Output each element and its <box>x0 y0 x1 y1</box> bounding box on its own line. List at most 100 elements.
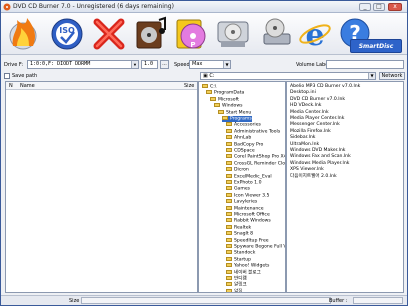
tree-node[interactable]: Maintenance <box>226 205 264 212</box>
speed-select[interactable]: Max ▼ <box>189 60 231 69</box>
file-item[interactable]: HD VDeck.lnk <box>290 103 321 109</box>
tree-node[interactable]: Startup <box>226 256 251 263</box>
internet-explorer-icon: e <box>299 18 331 52</box>
drive-select[interactable]: 1:0:0,F: DIODT DDRMM ▼ <box>27 60 139 69</box>
window-title: DVD CD Burner 7.0 - Unregistered (6 days… <box>13 3 174 10</box>
volume-label-input[interactable] <box>326 60 404 69</box>
tree-node[interactable]: Start Menu <box>218 109 251 116</box>
tree-node[interactable]: AhnLab <box>226 135 251 141</box>
tree-node-label: Dicron <box>234 167 249 173</box>
file-item[interactable]: 다음이지트웰어 2.0.lnk <box>290 174 337 180</box>
tree-node[interactable]: BadCopy Pro <box>226 141 263 148</box>
tree-node[interactable]: 알링크 <box>226 282 247 288</box>
file-item[interactable]: XPS Viewer.lnk <box>290 167 324 173</box>
folder-icon <box>226 288 232 292</box>
tree-node[interactable]: Microsoft <box>210 96 239 103</box>
save-path-checkbox[interactable] <box>4 73 10 79</box>
file-item[interactable]: Messenger Center.lnk <box>290 122 340 128</box>
tree-drive-select[interactable]: ▣ C: ▼ <box>200 72 376 80</box>
file-item-label: Sidebar.lnk <box>290 135 316 141</box>
column-n[interactable]: N <box>9 82 13 90</box>
column-name[interactable]: Name <box>20 82 35 90</box>
tree-node[interactable]: Dicron <box>226 167 249 173</box>
title-bar[interactable]: DVD CD Burner 7.0 - Unregistered (6 days… <box>1 1 407 13</box>
tree-node[interactable]: ProgramData <box>206 90 244 96</box>
folder-icon <box>226 237 232 242</box>
app-icon <box>3 3 11 11</box>
minimize-button[interactable]: _ <box>359 3 371 11</box>
tree-node[interactable]: Accessories <box>226 122 261 128</box>
burn-button[interactable] <box>5 16 41 52</box>
copy-button[interactable] <box>215 16 251 52</box>
tree-node[interactable]: 반디캠 <box>226 276 247 282</box>
browse-button[interactable]: ... <box>160 60 169 69</box>
tree-node[interactable]: 알집 <box>226 288 243 293</box>
tree-node-label: Windows <box>222 103 243 109</box>
internet-button[interactable]: e <box>297 16 333 52</box>
erase-button[interactable] <box>91 16 127 52</box>
tree-node[interactable]: Standock <box>226 250 255 256</box>
tree-node[interactable]: Rabbit Windows <box>226 218 271 224</box>
file-item[interactable]: Desktop.ini <box>290 90 316 96</box>
tree-drive-value: ▣ C: <box>203 73 215 79</box>
tree-node-label: 알링크 <box>234 282 247 288</box>
tree-node[interactable]: Icon Viewer 3.5 <box>226 192 269 199</box>
tree-node-label: SnagIt 8 <box>234 231 254 237</box>
tree-node[interactable]: 네이버 블로그 <box>226 269 261 276</box>
tree-node[interactable]: SnagIt 8 <box>226 231 253 237</box>
speed-value-field[interactable]: 1.0 <box>141 60 158 69</box>
file-item[interactable]: UltraMon.lnk <box>290 142 319 148</box>
folder-icon <box>226 276 232 280</box>
iso-disc-icon: ISO <box>51 18 83 50</box>
maximize-button[interactable]: □ <box>373 3 385 11</box>
tree-node-label: Microsoft <box>218 97 239 103</box>
folder-tree[interactable]: C:\ ProgramData Microsoft Windows Start Menu… <box>198 81 286 293</box>
tree-node[interactable]: Microsoft Office <box>226 212 270 218</box>
folder-icon <box>206 90 212 95</box>
tree-node[interactable]: Windows <box>214 103 243 109</box>
music-button[interactable] <box>133 16 169 52</box>
iso-button[interactable]: ISO <box>49 16 85 52</box>
tree-node[interactable]: Yahoo! Widgets <box>226 263 269 269</box>
tree-node[interactable]: Programs <box>222 116 252 122</box>
tree-node[interactable]: Administrative Tools <box>226 128 280 135</box>
file-item[interactable]: Sidebar.lnk <box>290 135 315 141</box>
close-button[interactable]: x <box>388 3 402 11</box>
tree-node-label: Lavyleries <box>234 199 258 205</box>
file-list[interactable]: Abelio MP3 CD Burner v7.0.lnk Desktop.ini… <box>286 81 404 293</box>
brand-button[interactable]: SmartDisc <box>350 39 402 53</box>
folder-icon <box>210 96 216 101</box>
drive-button[interactable] <box>259 16 295 52</box>
tree-node[interactable]: Realtek <box>226 224 251 231</box>
tree-node[interactable]: Spyware Begone Full Version <box>226 244 285 250</box>
tree-node[interactable]: CDSpace <box>226 148 255 154</box>
tree-node-label: Yahoo! Widgets <box>234 263 270 269</box>
file-item[interactable]: DVD CD Burner v7.0.lnk <box>290 97 345 103</box>
tree-node[interactable]: Corel PaintShop Pro X4 <box>226 154 285 160</box>
buffer-progress <box>353 297 403 304</box>
file-item-label: Messenger Center.lnk <box>290 122 340 128</box>
file-item[interactable]: Media Center.lnk <box>290 110 329 116</box>
folder-icon <box>226 205 232 210</box>
compilation-list[interactable]: N Name Size <box>5 81 198 293</box>
file-item-label: Mozilla Firefox.lnk <box>290 128 331 134</box>
save-path-label: Save path <box>12 73 38 79</box>
file-item[interactable]: Mozilla Firefox.lnk <box>290 129 331 135</box>
tree-node[interactable]: ExPhoto 1.0 <box>226 180 262 186</box>
dvd-button[interactable]: P <box>173 16 209 52</box>
tree-node-label: AhnLab <box>234 135 252 141</box>
file-item-label: Windows Fax and Scan.lnk <box>290 154 351 160</box>
tree-node[interactable]: C:\ <box>202 84 216 90</box>
file-item[interactable]: Windows Fax and Scan.lnk <box>290 154 351 160</box>
tree-node-label: 알집 <box>234 289 243 293</box>
tree-node[interactable]: CrossGL Reminder Clock <box>226 160 285 167</box>
tree-node[interactable]: ExcelMedic_Eval <box>226 173 272 180</box>
tree-node-label: ExcelMedic_Eval <box>234 174 272 180</box>
status-bar: Size Buffer : <box>1 295 407 305</box>
tree-node[interactable]: Lavyleries <box>226 199 257 205</box>
column-size[interactable]: Size <box>184 82 194 90</box>
file-item[interactable]: Windows Media Player.lnk <box>290 161 349 167</box>
tree-node[interactable]: Games <box>226 186 250 192</box>
network-button[interactable]: Network <box>379 72 405 80</box>
tree-node[interactable]: SpeedItup Free <box>226 237 269 244</box>
